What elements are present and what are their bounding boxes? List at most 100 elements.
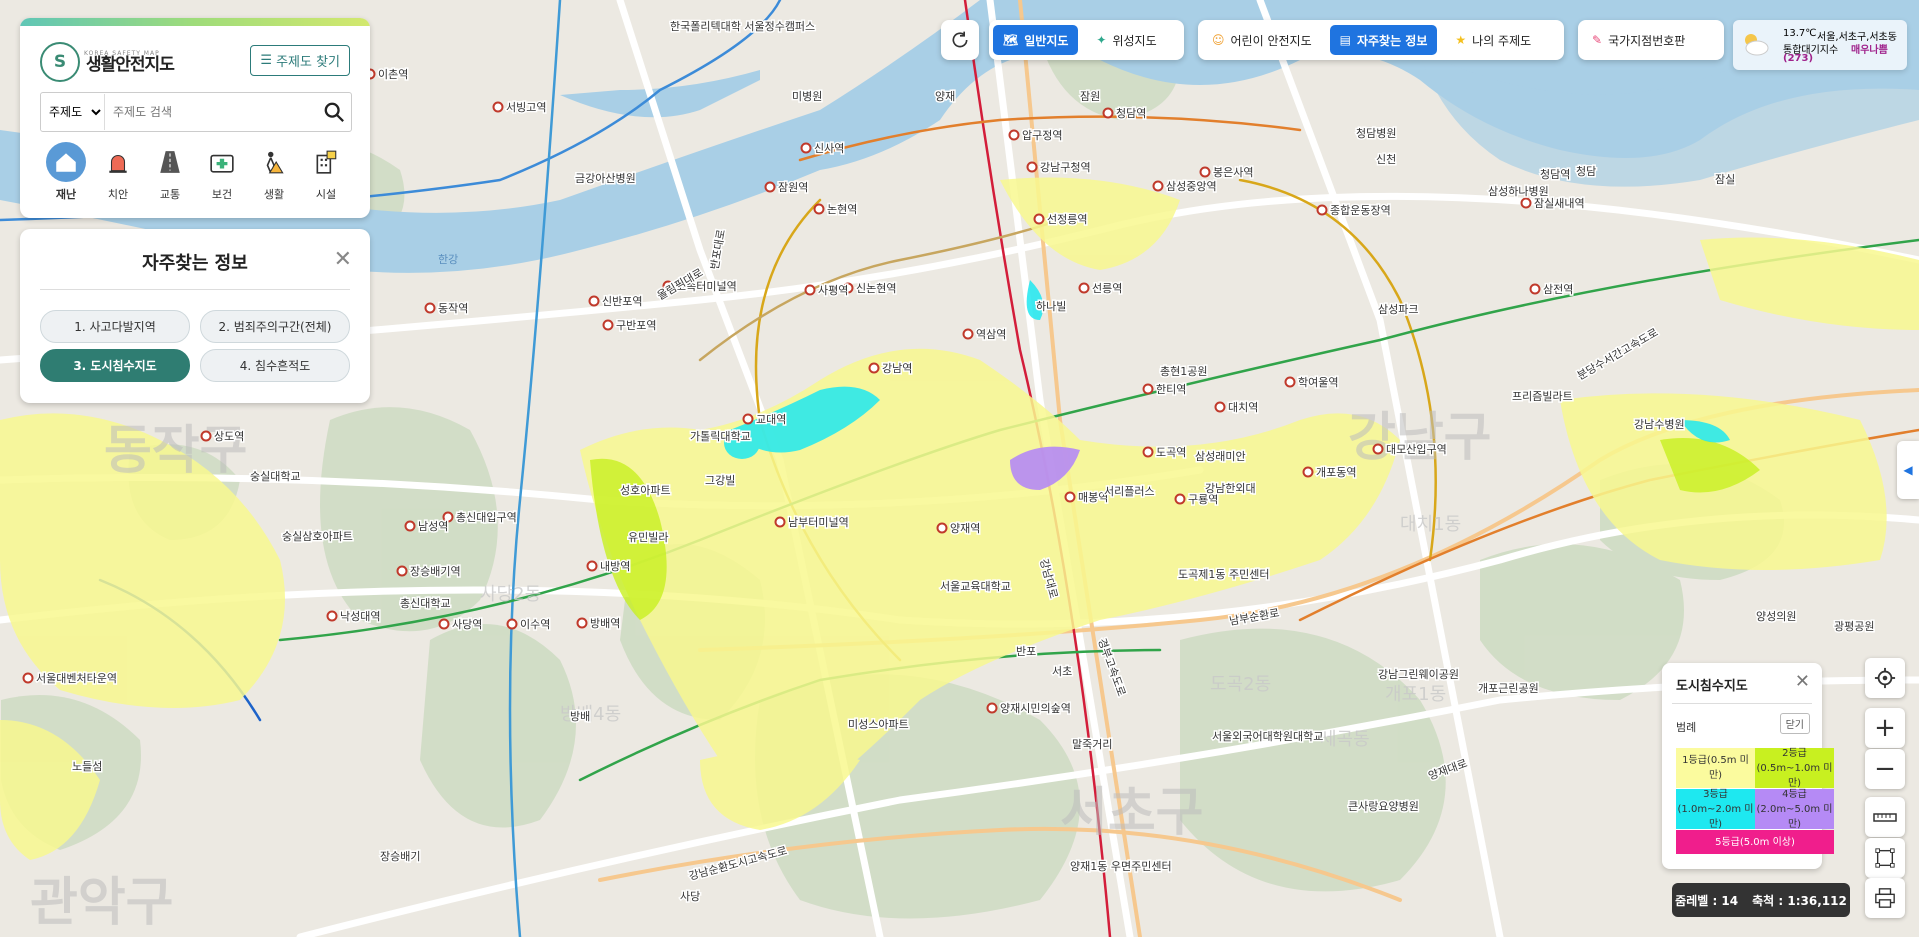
station-label[interactable]: 사평역 [804,283,850,299]
place-label: 삼성하나병원 [1488,184,1549,198]
station-label[interactable]: 이촌역 [364,67,410,83]
measure-area-button[interactable] [1865,838,1905,878]
place-label: 청담병원 [1356,127,1396,140]
category-disaster[interactable]: 재난 [40,142,92,202]
frequent-button-accident-zone[interactable]: 1. 사고다발지역 [40,310,190,343]
station-label[interactable]: 역삼역 [962,327,1008,343]
my-theme-button[interactable]: ★ 나의 주제도 [1445,25,1541,55]
search-input[interactable] [105,94,317,130]
pin-icon: ✎ [1592,33,1603,47]
station-label[interactable]: 청담역 [1102,106,1148,122]
category-security[interactable]: 치안 [92,142,144,202]
station-label[interactable]: 삼전역 [1529,282,1575,298]
zoom-out-button[interactable]: − [1865,749,1905,789]
station-label[interactable]: 양재역 [936,521,982,537]
side-panel-toggle-button[interactable]: ◀ [1897,441,1919,499]
station-label[interactable]: 교대역 [742,412,788,428]
place-label: 미성스아파트 [848,718,909,731]
frequent-button-crime-zone[interactable]: 2. 범죄주의구간(전체) [200,310,350,343]
frequent-button-flood-trace-map[interactable]: 4. 침수흔적도 [200,349,350,382]
frequent-button-urban-flood-map[interactable]: 3. 도시침수지도 [40,349,190,382]
station-name: 총신대입구역 [456,511,517,524]
area-icon [1875,848,1895,868]
flood-map-legend: 도시침수지도 ✕ 범례 닫기 1등급(0.5m 미만) 2등급(0.5m~1.0… [1662,663,1834,869]
place-label: 서울외국어대학원대학교 [1212,730,1323,743]
general-map-button[interactable]: 🗺 일반지도 [993,25,1079,55]
zoom-in-button[interactable]: + [1865,708,1905,748]
place-label: 큰사랑요양병원 [1348,800,1419,813]
station-label[interactable]: 논현역 [813,202,859,218]
station-marker-icon [1199,166,1211,178]
station-label[interactable]: 서울대벤처타운역 [22,671,118,687]
station-label[interactable]: 이수역 [506,617,552,633]
station-label[interactable]: 도곡역 [1142,445,1188,461]
station-marker-icon [800,142,812,154]
category-label: 생활 [263,188,285,201]
place-label: 금강아산병원 [575,172,636,185]
station-name: 학여울역 [1298,376,1338,389]
frequent-info-panel: 자주찾는 정보 ✕ 1. 사고다발지역 2. 범죄주의구간(전체) 3. 도시침… [20,229,370,403]
category-facility[interactable]: 시설 [300,142,352,202]
close-icon[interactable]: ✕ [334,247,352,272]
station-name: 신논현역 [856,282,896,295]
refresh-button[interactable] [941,20,979,60]
close-icon[interactable]: ✕ [1795,671,1810,692]
category-traffic[interactable]: 교통 [144,142,196,202]
place-label: 성호아파트 [620,484,671,497]
station-name: 도곡역 [1156,446,1186,459]
satellite-map-button[interactable]: ✦ 위성지도 [1086,25,1166,55]
station-label[interactable]: 남성역 [404,519,450,535]
station-label[interactable]: 동작역 [424,301,470,317]
logo[interactable]: S KOREA SAFETY MAP 생활안전지도 [40,42,175,82]
zoom-level: 줌레벨 : 14 [1675,893,1739,908]
station-marker-icon [813,203,825,215]
station-label[interactable]: 대치역 [1214,400,1260,416]
district-label: 강남구 [1348,408,1492,468]
station-label[interactable]: 신사역 [800,141,846,157]
child-safety-map-button[interactable]: ☺ 어린이 안전지도 [1202,25,1322,55]
station-name: 봉은사역 [1213,166,1253,179]
star-icon: ★ [1455,33,1467,47]
place-label: 삼성파크 [1378,303,1418,316]
national-point-button[interactable]: ✎ 국가지점번호판 [1582,25,1695,55]
child-face-icon: ☺ [1212,33,1225,47]
weather-widget[interactable]: 13.7℃ 서울,서초구,서초동 통합대기지수 매우나쁨 (273) [1733,20,1907,70]
search-icon[interactable] [317,101,351,123]
station-marker-icon [1142,446,1154,458]
child-safety-map-label: 어린이 안전지도 [1230,33,1312,48]
print-button[interactable] [1865,878,1905,918]
place-label: 미병원 [792,90,822,103]
station-name: 구반포역 [616,319,656,332]
my-location-button[interactable] [1865,658,1905,698]
scale-bar: 줌레벨 : 14 축척 : 1:36,112 [1672,883,1850,917]
station-name: 사평역 [818,284,848,297]
subdistrict-label: 도곡2동 [1210,674,1271,695]
printer-icon [1875,888,1895,908]
station-label[interactable]: 양재시민의숲역 [986,701,1072,717]
station-label[interactable]: 사당역 [438,617,484,633]
search-category-select[interactable]: 주제도 [41,94,105,130]
category-life[interactable]: 생활 [248,142,300,202]
category-health[interactable]: 보건 [196,142,248,202]
station-label[interactable]: 한티역 [1142,382,1188,398]
station-name: 낙성대역 [340,610,380,623]
station-marker-icon [1008,129,1020,141]
theme-find-button[interactable]: ☰ 주제도 찾기 [250,45,350,76]
subdistrict-label: 대치1동 [1400,514,1461,535]
place-label: 숭실대학교 [250,470,301,483]
station-label[interactable]: 강남역 [868,361,914,377]
station-marker-icon [424,302,436,314]
station-name: 신사역 [814,142,844,155]
frequent-info-button[interactable]: ▤ 자주찾는 정보 [1329,25,1438,55]
station-label[interactable]: 상도역 [200,429,246,445]
station-label[interactable]: 방배역 [576,616,622,632]
station-name: 서빙고역 [506,101,546,114]
legend-close-button[interactable]: 닫기 [1779,713,1810,734]
station-label[interactable]: 선릉역 [1078,281,1124,297]
station-marker-icon [506,618,518,630]
station-label[interactable]: 매봉역 [1064,490,1110,506]
station-name: 대모산입구역 [1386,443,1447,456]
measure-distance-button[interactable] [1865,797,1905,837]
station-label[interactable]: 내방역 [586,559,632,575]
station-label[interactable]: 잠원역 [764,180,810,196]
